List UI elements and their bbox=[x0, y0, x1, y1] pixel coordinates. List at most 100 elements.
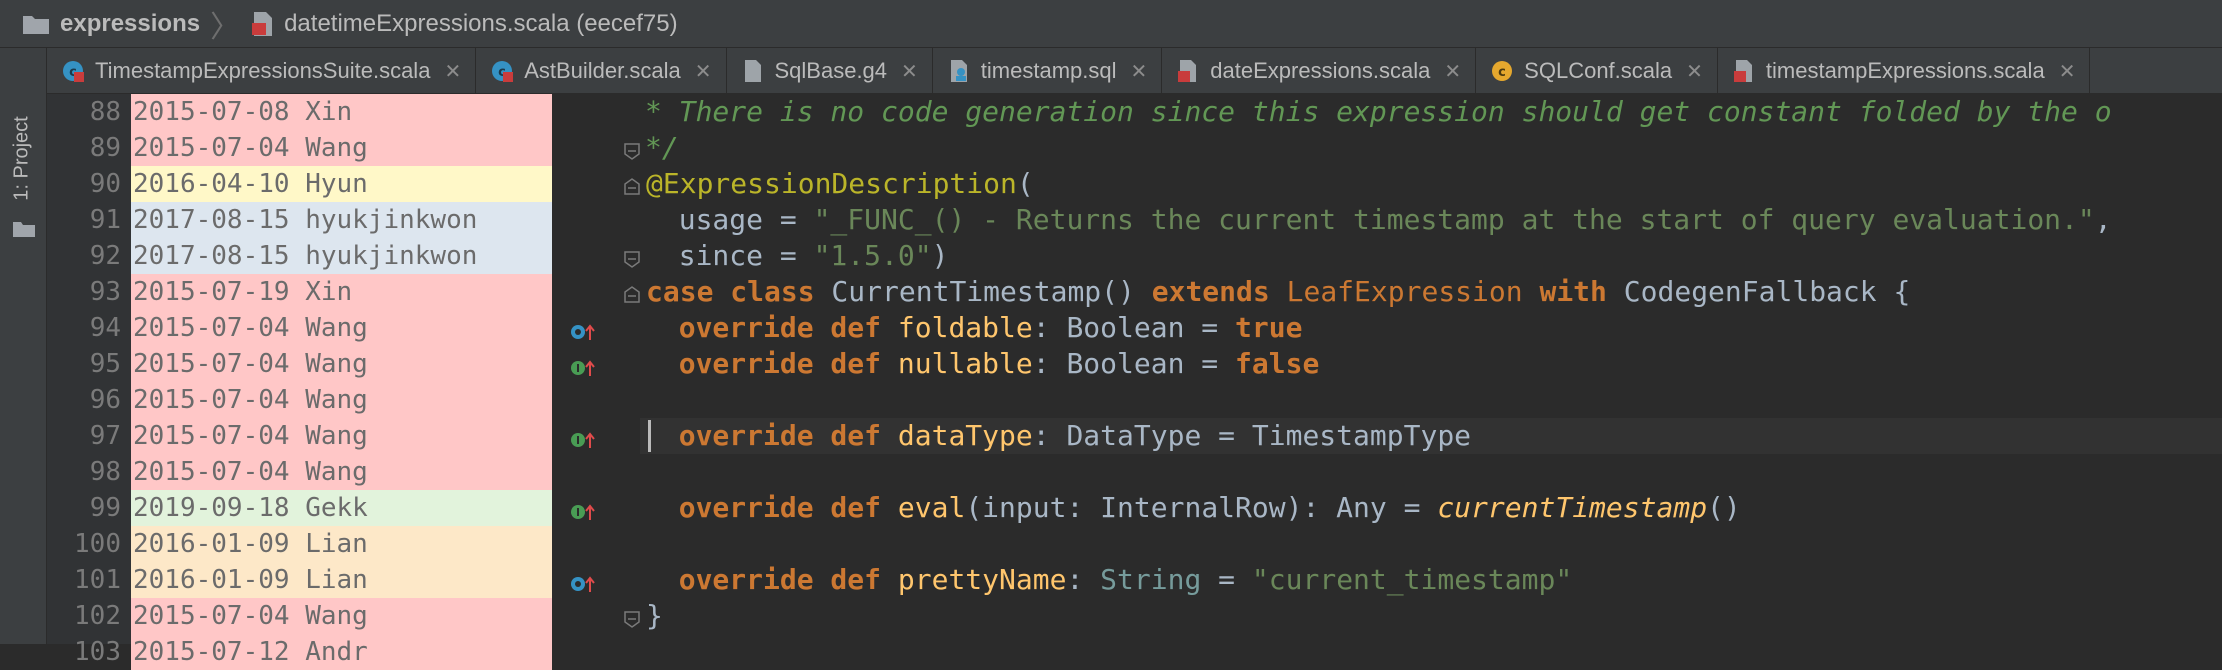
gutter-row: 97 2015-07-04 Wang bbox=[47, 418, 552, 454]
gutter-row: 92 2017-08-15 hyukjinkwon bbox=[47, 238, 552, 274]
breadcrumb: expressions 〉 datetimeExpressions.scala … bbox=[0, 0, 2222, 48]
close-icon[interactable]: ✕ bbox=[2059, 59, 2076, 84]
code-line-89[interactable]: */ bbox=[645, 130, 679, 166]
editor-tab-bar: c TimestampExpressionsSuite.scala ✕ c As… bbox=[47, 48, 2222, 94]
implements-method-icon[interactable] bbox=[570, 430, 596, 450]
line-number: 97 bbox=[89, 421, 121, 451]
fold-end-icon[interactable] bbox=[623, 610, 641, 628]
sql-file-icon bbox=[947, 59, 971, 83]
code-line-99[interactable]: override def eval(input: InternalRow): A… bbox=[645, 490, 1741, 526]
function-call: currentTimestamp bbox=[1437, 491, 1708, 524]
keyword-token: with bbox=[1539, 275, 1607, 308]
scala-file-icon bbox=[1732, 59, 1756, 83]
tab-label: SQLConf.scala bbox=[1524, 58, 1673, 83]
blame-author: Wang bbox=[305, 133, 368, 163]
line-number: 92 bbox=[89, 241, 121, 271]
code-line-92[interactable]: since = "1.5.0") bbox=[645, 238, 949, 274]
gutter-row: 90 2016-04-10 Hyun bbox=[47, 166, 552, 202]
code-line-95[interactable]: override def nullable: Boolean = false bbox=[645, 346, 1320, 382]
blame-annotation[interactable]: 2015-07-08 Xin bbox=[131, 94, 552, 130]
breadcrumb-project[interactable]: expressions bbox=[0, 0, 200, 48]
project-tool-label: 1: Project bbox=[10, 115, 33, 201]
tab-timestamp-expressions-suite[interactable]: c TimestampExpressionsSuite.scala ✕ bbox=[47, 48, 477, 94]
scala-class-icon: c bbox=[61, 59, 85, 83]
gutter-row: 96 2015-07-04 Wang bbox=[47, 382, 552, 418]
code-line-88[interactable]: * There is no code generation since this… bbox=[645, 94, 2112, 130]
blame-annotation[interactable]: 2015-07-04 Wang bbox=[131, 598, 552, 634]
line-number: 102 bbox=[74, 601, 121, 631]
implements-method-icon[interactable] bbox=[570, 502, 596, 522]
close-icon[interactable]: ✕ bbox=[1131, 59, 1148, 84]
blame-annotation[interactable]: 2016-04-10 Hyun bbox=[131, 166, 552, 202]
implements-method-icon[interactable] bbox=[570, 358, 596, 378]
tab-timestamp-sql[interactable]: timestamp.sql ✕ bbox=[933, 48, 1163, 94]
blame-date: 2015-07-08 bbox=[133, 97, 290, 127]
overrides-method-icon[interactable] bbox=[570, 574, 596, 594]
close-icon[interactable]: ✕ bbox=[695, 59, 712, 84]
breadcrumb-file[interactable]: datetimeExpressions.scala (eecef75) bbox=[252, 0, 678, 48]
paren-token: ) bbox=[931, 239, 949, 272]
blame-author: Lian bbox=[305, 565, 368, 595]
close-icon[interactable]: ✕ bbox=[444, 59, 461, 84]
breadcrumb-project-label: expressions bbox=[60, 9, 201, 37]
scala-file-icon bbox=[252, 11, 274, 37]
code-line-91[interactable]: usage = "_FUNC_() - Returns the current … bbox=[645, 202, 2112, 238]
annotation-token: @ExpressionDescription bbox=[646, 167, 1017, 200]
type-token: : Boolean = bbox=[1032, 347, 1236, 380]
blame-annotation[interactable]: 2015-07-04 Wang bbox=[131, 346, 552, 382]
blame-annotation[interactable]: 2015-07-04 Wang bbox=[131, 130, 552, 166]
fold-start-icon[interactable] bbox=[623, 178, 641, 196]
gutter-row: 101 2016-01-09 Lian bbox=[47, 562, 552, 598]
folder-icon bbox=[12, 220, 36, 238]
line-number: 101 bbox=[74, 565, 121, 595]
blame-annotation[interactable]: 2015-07-19 Xin bbox=[131, 274, 552, 310]
tab-date-expressions[interactable]: dateExpressions.scala ✕ bbox=[1162, 48, 1477, 94]
code-line-97[interactable]: override def dataType: DataType = Timest… bbox=[645, 418, 1471, 454]
blame-author: Hyun bbox=[305, 169, 368, 199]
blame-annotation[interactable]: 2015-07-04 Wang bbox=[131, 454, 552, 490]
blame-annotation[interactable]: 2015-07-04 Wang bbox=[131, 382, 552, 418]
gutter-row: 99 2019-09-18 Gekk bbox=[47, 490, 552, 526]
blame-annotation[interactable]: 2016-01-09 Lian bbox=[131, 562, 552, 598]
tab-timestamp-expressions[interactable]: timestampExpressions.scala ✕ bbox=[1718, 48, 2091, 94]
tab-sqlconf[interactable]: c SQLConf.scala ✕ bbox=[1476, 48, 1718, 94]
line-number: 100 bbox=[74, 529, 121, 559]
fold-end-icon[interactable] bbox=[623, 250, 641, 268]
type-token: : Boolean = bbox=[1032, 311, 1236, 344]
blame-annotation[interactable]: 2019-09-18 Gekk bbox=[131, 490, 552, 526]
blame-date: 2015-07-04 bbox=[133, 421, 290, 451]
code-line-101[interactable]: override def prettyName: String = "curre… bbox=[645, 562, 1573, 598]
tab-sqlbase-g4[interactable]: SqlBase.g4 ✕ bbox=[727, 48, 933, 94]
tab-label: AstBuilder.scala bbox=[524, 58, 681, 83]
project-tool-button[interactable]: 1: Project bbox=[6, 108, 38, 208]
paren-token: () bbox=[1707, 491, 1741, 524]
string-literal: "_FUNC_() - Returns the current timestam… bbox=[813, 203, 2095, 236]
code-line-93[interactable]: case class CurrentTimestamp() extends Le… bbox=[646, 274, 1910, 310]
blame-annotation[interactable]: 2015-07-04 Wang bbox=[131, 310, 552, 346]
antlr-file-icon bbox=[741, 59, 765, 83]
tab-ast-builder[interactable]: c AstBuilder.scala ✕ bbox=[476, 48, 727, 94]
code-line-90[interactable]: @ExpressionDescription( bbox=[646, 166, 1034, 202]
method-name: nullable bbox=[881, 347, 1033, 380]
code-line-102[interactable]: } bbox=[646, 598, 663, 634]
blame-date: 2017-08-15 bbox=[133, 205, 290, 235]
close-icon[interactable]: ✕ bbox=[1444, 59, 1461, 84]
class-name: CurrentTimestamp() bbox=[814, 275, 1152, 308]
blame-annotation[interactable]: 2016-01-09 Lian bbox=[131, 526, 552, 562]
close-icon[interactable]: ✕ bbox=[901, 59, 918, 84]
blame-annotation[interactable]: 2015-07-12 Andr bbox=[131, 634, 552, 670]
close-icon[interactable]: ✕ bbox=[1686, 59, 1703, 84]
fold-start-icon[interactable] bbox=[623, 286, 641, 304]
method-name: eval bbox=[881, 491, 966, 524]
blame-annotation[interactable]: 2017-08-15 hyukjinkwon bbox=[131, 238, 552, 274]
blame-date: 2015-07-04 bbox=[133, 601, 290, 631]
code-line-94[interactable]: override def foldable: Boolean = true bbox=[645, 310, 1303, 346]
fold-end-icon[interactable] bbox=[623, 142, 641, 160]
blame-annotation[interactable]: 2015-07-04 Wang bbox=[131, 418, 552, 454]
method-name: dataType bbox=[881, 419, 1033, 452]
overrides-method-icon[interactable] bbox=[570, 322, 596, 342]
doc-comment: */ bbox=[645, 131, 679, 164]
blame-annotation[interactable]: 2017-08-15 hyukjinkwon bbox=[131, 202, 552, 238]
line-number: 99 bbox=[89, 493, 121, 523]
scala-file-icon bbox=[1176, 59, 1200, 83]
